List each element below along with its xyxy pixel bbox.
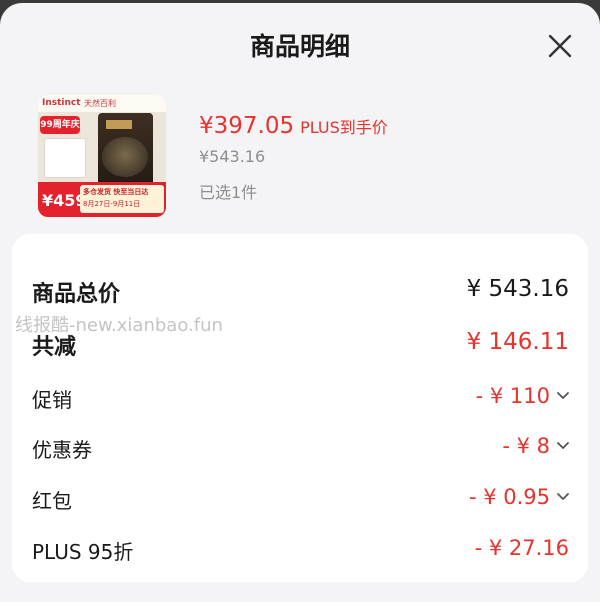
coupon-cards-image bbox=[44, 138, 86, 178]
promo-date: 8月27日-9月11日 bbox=[83, 200, 141, 208]
plus-price: ¥397.05 PLUS到手价 bbox=[199, 113, 388, 139]
promotion-label: 促销 bbox=[32, 388, 72, 412]
promotion-value: - ¥ 110 bbox=[475, 384, 550, 408]
product-detail-sheet: 商品明细 Instinct 天然百利 99周年庆 ¥459 多仓发货 快至当日达… bbox=[0, 3, 600, 602]
plus-price-value: ¥397.05 bbox=[199, 113, 295, 139]
selected-count: 已选1件 bbox=[199, 183, 258, 202]
red-envelope-label: 红包 bbox=[32, 489, 72, 513]
plus-discount-label: PLUS 95折 bbox=[32, 540, 134, 564]
coupon-label: 优惠券 bbox=[32, 438, 92, 462]
promotion-row[interactable]: 促销 - ¥ 110 bbox=[12, 376, 588, 416]
anniversary-badge: 99周年庆 bbox=[40, 116, 80, 134]
plus-price-tag: PLUS到手价 bbox=[300, 118, 388, 137]
close-icon bbox=[548, 34, 572, 58]
price-breakdown-card: 商品总价 ¥ 543.16 共减 ¥ 146.11 促销 - ¥ 110 优惠券… bbox=[12, 234, 588, 582]
thumbnail-brand: Instinct bbox=[42, 98, 81, 108]
plus-discount-row: PLUS 95折 - ¥ 27.16 bbox=[12, 528, 588, 568]
sheet-header: 商品明细 bbox=[0, 3, 600, 87]
coupon-value: - ¥ 8 bbox=[502, 434, 550, 458]
chevron-down-icon bbox=[557, 493, 569, 500]
total-price-value: ¥ 543.16 bbox=[466, 276, 569, 302]
bag-label bbox=[106, 120, 132, 129]
promo-text: 多仓发货 快至当日达 bbox=[83, 188, 149, 196]
sheet-title: 商品明细 bbox=[249, 32, 350, 61]
close-button[interactable] bbox=[543, 29, 577, 63]
product-summary: Instinct 天然百利 99周年庆 ¥459 多仓发货 快至当日达 8月27… bbox=[0, 87, 600, 227]
original-price: ¥543.16 bbox=[199, 147, 266, 166]
total-reduce-value: ¥ 146.11 bbox=[466, 329, 569, 355]
thumbnail-brand-cn: 天然百利 bbox=[84, 99, 116, 108]
red-envelope-value: - ¥ 0.95 bbox=[468, 485, 550, 509]
watermark: 线报酷-new.xianbao.fun bbox=[15, 315, 223, 336]
total-price-row: 商品总价 ¥ 543.16 bbox=[12, 270, 588, 310]
product-thumbnail[interactable]: Instinct 天然百利 99周年庆 ¥459 多仓发货 快至当日达 8月27… bbox=[38, 95, 166, 217]
red-envelope-row[interactable]: 红包 - ¥ 0.95 bbox=[12, 477, 588, 517]
total-price-label: 商品总价 bbox=[32, 282, 121, 307]
chevron-down-icon bbox=[557, 392, 569, 399]
coupon-row[interactable]: 优惠券 - ¥ 8 bbox=[12, 426, 588, 466]
plus-discount-value: - ¥ 27.16 bbox=[474, 536, 569, 560]
bag-art bbox=[102, 137, 148, 177]
chevron-down-icon bbox=[557, 442, 569, 449]
